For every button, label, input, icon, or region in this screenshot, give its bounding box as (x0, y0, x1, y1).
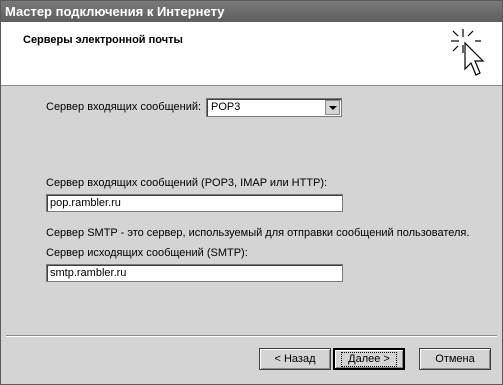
chevron-down-icon[interactable] (325, 100, 340, 115)
page-title: Серверы электронной почты (23, 34, 183, 46)
wizard-cursor-icon (451, 29, 485, 76)
wizard-window: Мастер подключения к Интернету Серверы э… (0, 0, 503, 385)
cancel-button[interactable]: Отмена (419, 348, 491, 370)
outgoing-server-label: Сервер исходящих сообщений (SMTP): (46, 247, 248, 259)
incoming-server-input[interactable]: pop.rambler.ru (46, 194, 343, 212)
incoming-type-select[interactable]: POP3 (206, 98, 342, 117)
window-title: Мастер подключения к Интернету (5, 4, 225, 19)
outgoing-server-input[interactable]: smtp.rambler.ru (46, 264, 343, 282)
incoming-type-label: Сервер входящих сообщений: (46, 101, 202, 113)
incoming-type-value: POP3 (211, 101, 241, 113)
footer-separator (6, 335, 497, 337)
title-bar[interactable]: Мастер подключения к Интернету (1, 1, 502, 22)
next-button[interactable]: Далее > (333, 348, 405, 370)
wizard-header: Серверы электронной почты (1, 22, 502, 86)
smtp-note: Сервер SMTP - это сервер, используемый д… (46, 227, 470, 239)
incoming-server-label: Сервер входящих сообщений (POP3, IMAP ил… (46, 177, 328, 189)
back-button[interactable]: < Назад (259, 348, 331, 370)
